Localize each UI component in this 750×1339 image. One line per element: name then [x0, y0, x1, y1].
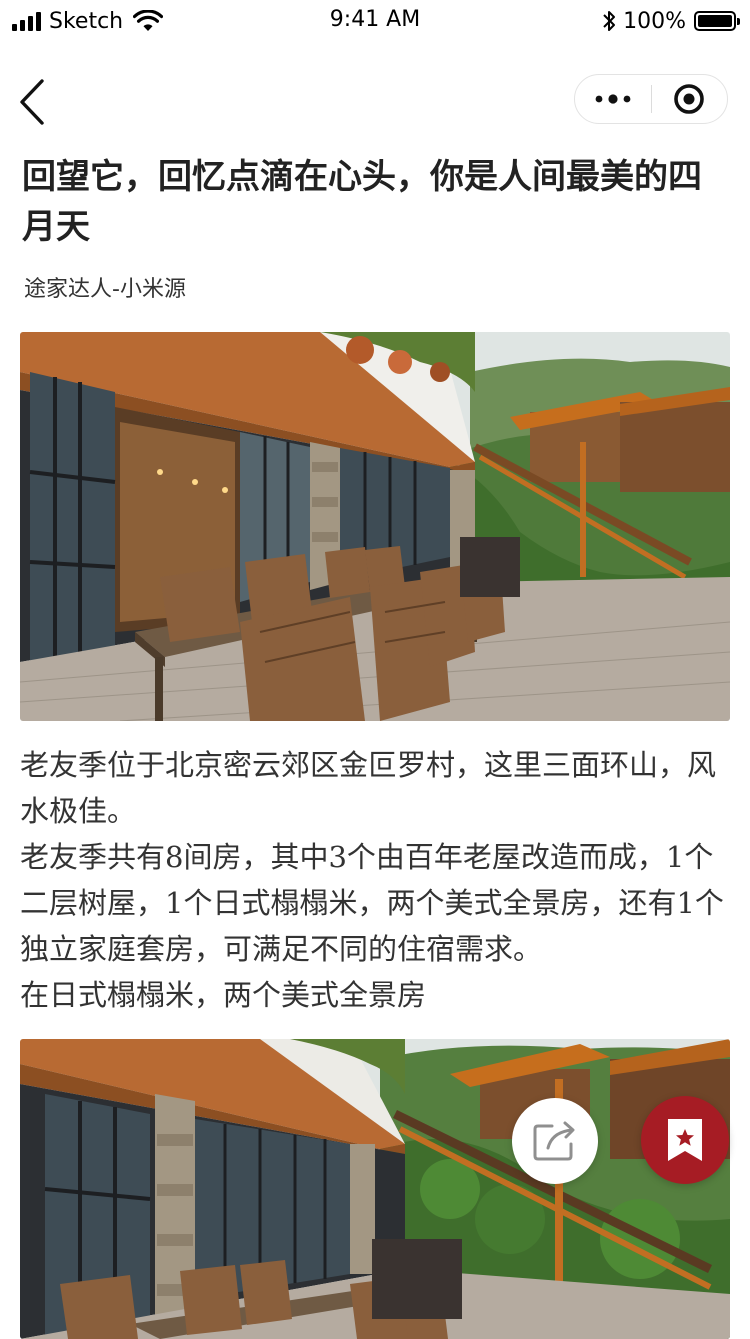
article-body: 老友季位于北京密云郊区金叵罗村，这里三面环山，风水极佳。 老友季共有8间房，其中…	[20, 742, 732, 1018]
share-icon	[533, 1121, 575, 1161]
battery-percent: 100%	[623, 8, 686, 34]
share-button[interactable]	[512, 1098, 598, 1184]
terrace-photo	[20, 332, 730, 721]
article-image[interactable]	[20, 1039, 730, 1339]
more-button[interactable]	[575, 75, 651, 123]
article-image[interactable]	[20, 332, 730, 721]
bluetooth-icon	[603, 11, 616, 31]
article-title: 回望它，回忆点滴在心头，你是人间最美的四月天	[22, 157, 702, 247]
back-button[interactable]	[10, 75, 60, 130]
paragraph: 老友季位于北京密云郊区金叵罗村，这里三面环山，风水极佳。	[20, 748, 717, 828]
close-button[interactable]	[652, 75, 728, 123]
paragraph: 在日式榻榻米，两个美式全景房	[20, 978, 427, 1012]
chevron-left-icon	[20, 79, 44, 125]
bookmark-button[interactable]	[641, 1096, 729, 1184]
status-bar: Sketch 9:41 AM 100%	[0, 0, 750, 40]
mini-program-capsule	[574, 74, 728, 124]
battery-icon	[694, 11, 740, 31]
battery-fill	[698, 15, 732, 27]
paragraph: 老友季共有8间房，其中3个由百年老屋改造而成，1个二层树屋，1个日式榻榻米，两个…	[20, 840, 724, 966]
bookmark-star-icon	[668, 1119, 702, 1161]
status-right: 100%	[601, 7, 740, 35]
target-close-icon	[674, 84, 705, 114]
author-name[interactable]: 途家达人-小米源	[24, 271, 186, 303]
terrace-photo	[20, 1039, 730, 1339]
more-dots-icon	[595, 94, 631, 104]
